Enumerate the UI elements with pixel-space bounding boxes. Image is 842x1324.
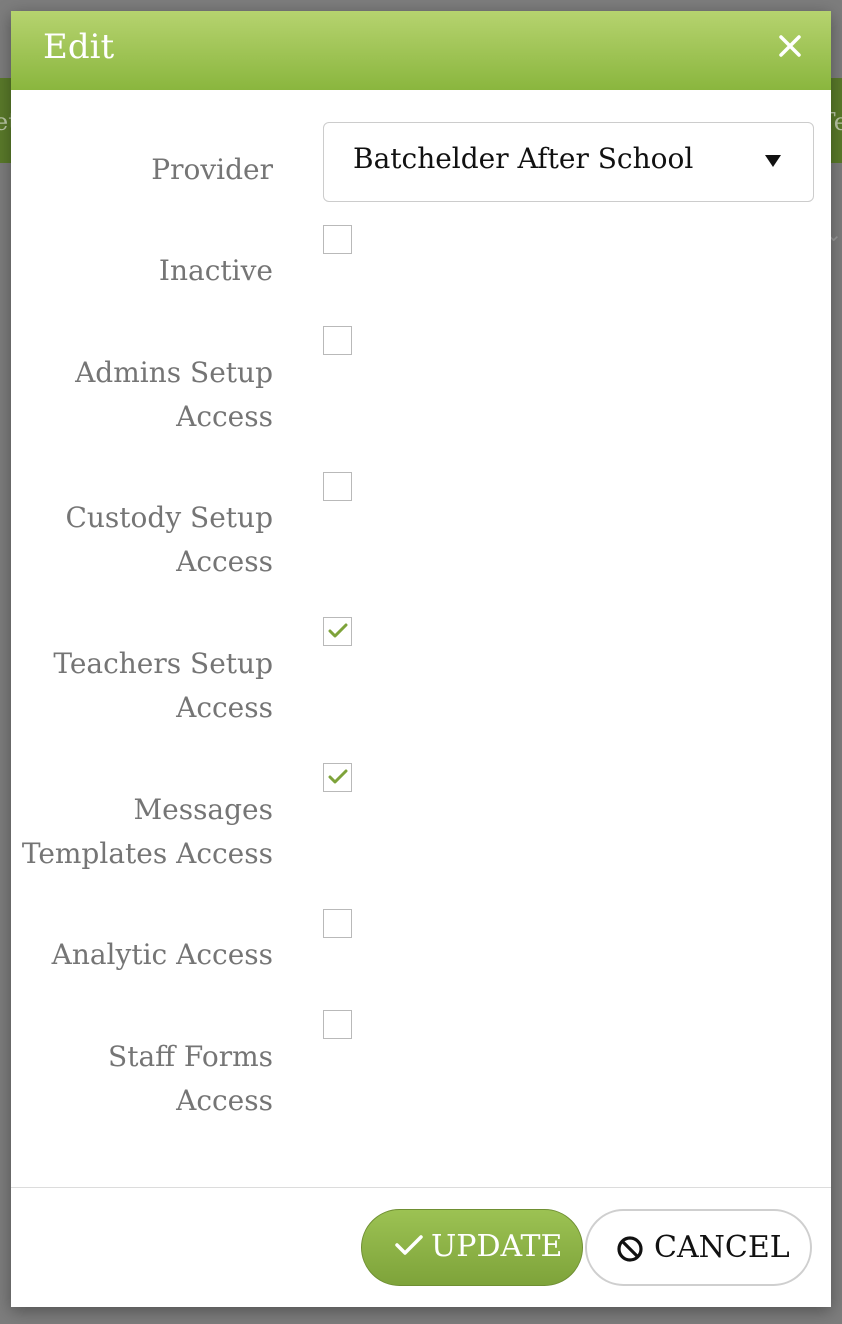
checkmark-icon xyxy=(328,623,348,638)
messages-templates-access-checkbox[interactable] xyxy=(323,763,352,792)
teachers-setup-access-label: Teachers Setup Access xyxy=(53,647,273,724)
admins-setup-access-label: Admins Setup Access xyxy=(75,356,273,433)
prohibited-icon xyxy=(617,1236,643,1262)
admins-setup-access-checkbox[interactable] xyxy=(323,326,352,355)
update-button[interactable]: UPDATE xyxy=(361,1209,583,1286)
custody-setup-access-checkbox[interactable] xyxy=(323,472,352,501)
staff-forms-access-label: Staff Forms Access xyxy=(108,1040,273,1117)
provider-label: Provider xyxy=(151,153,273,186)
cancel-button-label: CANCEL xyxy=(654,1230,790,1265)
update-button-label: UPDATE xyxy=(431,1229,563,1264)
provider-select[interactable]: Batchelder After School xyxy=(323,122,814,202)
analytic-access-checkbox[interactable] xyxy=(323,909,352,938)
inactive-label: Inactive xyxy=(158,254,273,287)
close-icon[interactable] xyxy=(777,33,803,59)
inactive-checkbox[interactable] xyxy=(323,225,352,254)
cancel-button[interactable]: CANCEL xyxy=(585,1209,812,1286)
custody-setup-access-label: Custody Setup Access xyxy=(65,501,273,578)
dialog-header: Edit xyxy=(11,11,831,90)
analytic-access-label: Analytic Access xyxy=(51,938,273,971)
staff-forms-access-checkbox[interactable] xyxy=(323,1010,352,1039)
dialog-title: Edit xyxy=(43,27,115,67)
edit-dialog: Edit Provider Batchelder After School In… xyxy=(11,11,831,1307)
messages-templates-access-label: Messages Templates Access xyxy=(21,793,273,870)
provider-select-value: Batchelder After School xyxy=(353,142,694,175)
checkmark-icon xyxy=(328,769,348,784)
footer-divider xyxy=(11,1187,831,1188)
teachers-setup-access-checkbox[interactable] xyxy=(323,617,352,646)
checkmark-icon xyxy=(395,1235,423,1255)
dropdown-caret-icon xyxy=(765,155,781,167)
